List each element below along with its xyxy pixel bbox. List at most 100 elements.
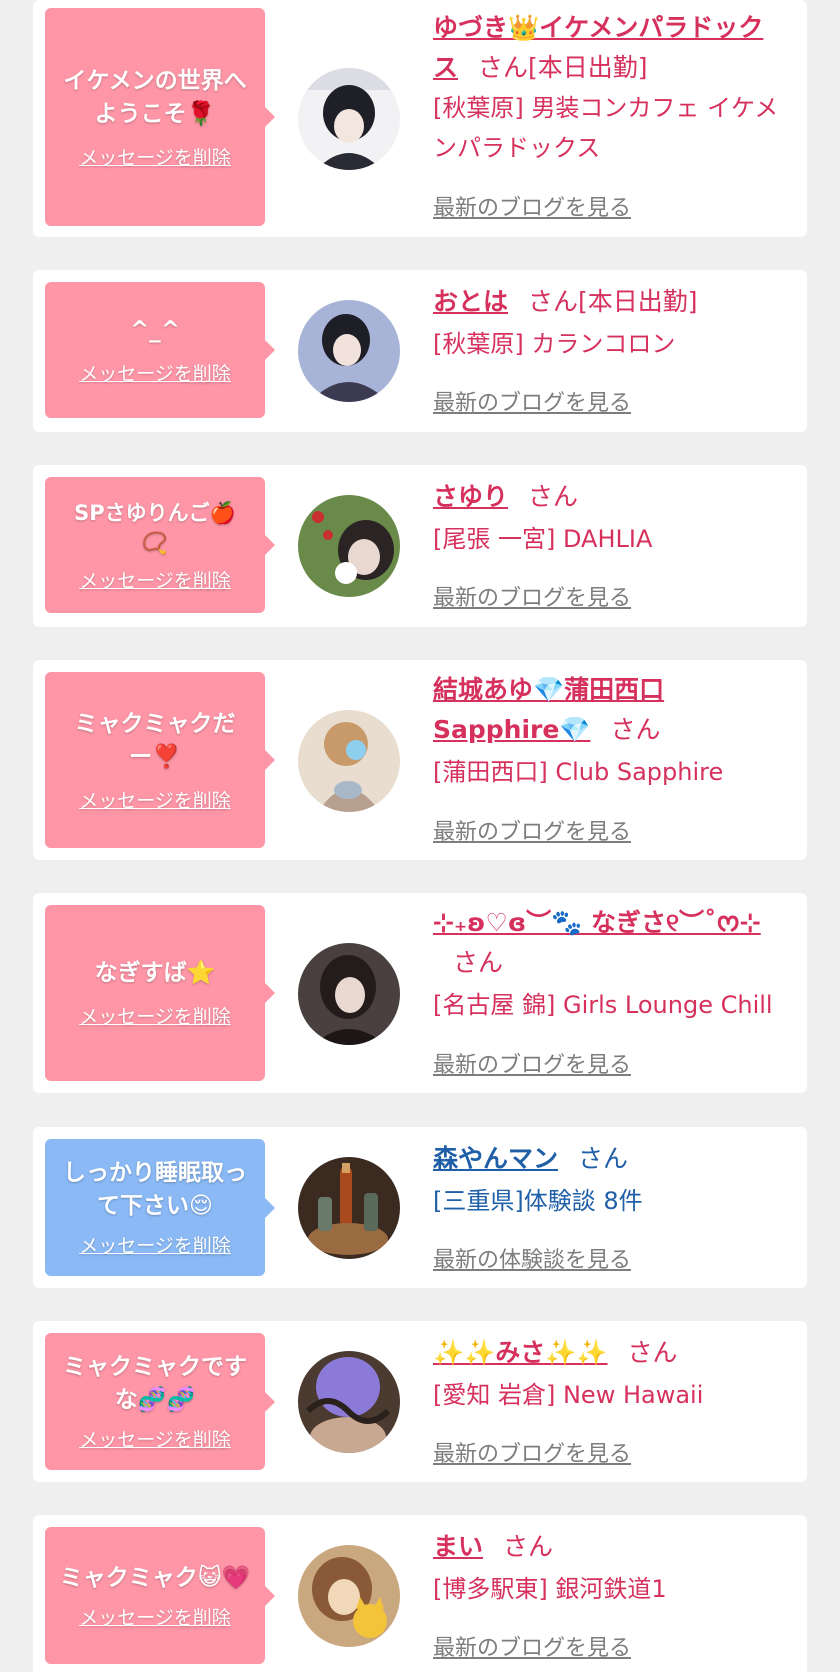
message-text: ミャクミャク😺💗	[60, 1562, 251, 1595]
delete-message-link[interactable]: メッセージを削除	[79, 359, 231, 386]
profile-info: まい さん [博多駅東] 銀河鉄道1	[433, 1527, 787, 1609]
avatar-image	[298, 300, 400, 402]
latest-blog-link[interactable]: 最新のブログを見る	[433, 814, 631, 846]
avatar[interactable]	[298, 300, 400, 402]
shop-info: [名古屋 錦] Girls Lounge Chill	[433, 991, 773, 1019]
message-bubble: しっかり睡眠取っ て下さい😌 メッセージを削除	[45, 1139, 275, 1276]
avatar[interactable]	[298, 1157, 400, 1259]
avatar-image	[298, 68, 400, 170]
delete-message-link[interactable]: メッセージを削除	[79, 1603, 231, 1630]
avatar[interactable]	[298, 1351, 400, 1453]
shop-info: [三重県]体験談 8件	[433, 1187, 643, 1215]
name-line: ゆづき👑イケメンパラドックス さん[本日出勤]	[433, 8, 787, 88]
delete-message-link[interactable]: メッセージを削除	[79, 1002, 231, 1029]
message-bubble: ミャクミャクだ ー❣️ メッセージを削除	[45, 672, 275, 848]
avatar-image	[298, 710, 400, 812]
latest-blog-link[interactable]: 最新のブログを見る	[433, 1436, 631, 1468]
profile-info: さゆり さん [尾張 一宮] DAHLIA	[433, 477, 787, 559]
name-line: ✨✨みさ✨✨ さん	[433, 1333, 787, 1373]
avatar-image	[298, 495, 400, 597]
avatar[interactable]	[298, 710, 400, 812]
profile-info: ✨✨みさ✨✨ さん [愛知 岩倉] New Hawaii	[433, 1333, 787, 1415]
honorific: さん	[453, 948, 504, 977]
message-text: SPさゆりんご🍎 📿	[74, 498, 236, 558]
name-line: 結城あゆ💎蒲田西口Sapphire💎 さん	[433, 670, 787, 750]
latest-experience-link[interactable]: 最新の体験談を見る	[433, 1242, 631, 1274]
message-text: ミャクミャクだ ー❣️	[75, 708, 236, 774]
profile-name-link[interactable]: さゆり	[433, 482, 508, 511]
message-text: イケメンの世界へ ようこそ🌹	[63, 65, 246, 131]
message-line: なぎすば⭐	[94, 960, 216, 986]
message-card: しっかり睡眠取っ て下さい😌 メッセージを削除 森やんマン さん [三重県]体験談…	[33, 1127, 807, 1288]
honorific: さん	[627, 1338, 678, 1367]
honorific: さん	[528, 482, 579, 511]
profile-info: 森やんマン さん [三重県]体験談 8件	[433, 1139, 787, 1221]
message-text: しっかり睡眠取っ て下さい😌	[63, 1157, 247, 1223]
delete-message-link[interactable]: メッセージを削除	[79, 786, 231, 813]
delete-message-link[interactable]: メッセージを削除	[79, 143, 231, 170]
avatar-image	[298, 1545, 400, 1647]
message-line: ミャクミャクです	[63, 1354, 247, 1380]
delete-message-link[interactable]: メッセージを削除	[79, 1231, 231, 1258]
avatar[interactable]	[298, 943, 400, 1045]
profile-info: おとは さん[本日出勤] [秋葉原] カランコロン	[433, 282, 787, 364]
name-line: おとは さん[本日出勤]	[433, 282, 787, 322]
avatar-image	[298, 1157, 400, 1259]
profile-info: ⊹₊ʚ♡ɞ︶🐾 なぎさ୧︶˚ᰔ⊹ さん [名古屋 錦] Girls Lounge …	[433, 903, 787, 1025]
profile-name-link[interactable]: ✨✨みさ✨✨	[433, 1338, 608, 1367]
message-line: 📿	[141, 530, 169, 555]
honorific: さん[本日出勤]	[478, 53, 648, 82]
latest-blog-link[interactable]: 最新のブログを見る	[433, 385, 631, 417]
message-line: SPさゆりんご🍎	[74, 500, 236, 525]
shop-info: [秋葉原] 男装コンカフェ イケメンパラドックス	[433, 94, 779, 162]
message-line: ようこそ🌹	[94, 100, 216, 127]
message-card: ^_^ メッセージを削除 おとは さん[本日出勤] [秋葉原] カランコロン 最新…	[33, 270, 807, 432]
shop-info: [尾張 一宮] DAHLIA	[433, 525, 653, 553]
avatar[interactable]	[298, 495, 400, 597]
message-bubble: ^_^ メッセージを削除	[45, 282, 275, 418]
shop-info: [秋葉原] カランコロン	[433, 330, 676, 358]
profile-name-link[interactable]: 森やんマン	[433, 1144, 558, 1173]
shop-info: [蒲田西口] Club Sapphire	[433, 758, 724, 786]
message-card: なぎすば⭐ メッセージを削除 ⊹₊ʚ♡ɞ︶🐾 なぎさ୧︶˚ᰔ⊹ さん [名古屋 錦…	[33, 893, 807, 1093]
message-card: SPさゆりんご🍎 📿 メッセージを削除 さゆり さん [尾張 一宮] DAHLIA…	[33, 465, 807, 627]
latest-blog-link[interactable]: 最新のブログを見る	[433, 1047, 631, 1079]
message-card: イケメンの世界へ ようこそ🌹 メッセージを削除 ゆづき👑イケメンパラドックス さん…	[33, 0, 807, 237]
latest-blog-link[interactable]: 最新のブログを見る	[433, 1630, 631, 1662]
message-list: イケメンの世界へ ようこそ🌹 メッセージを削除 ゆづき👑イケメンパラドックス さん…	[0, 0, 840, 1672]
latest-blog-link[interactable]: 最新のブログを見る	[433, 190, 631, 222]
message-bubble: ミャクミャク😺💗 メッセージを削除	[45, 1527, 275, 1664]
shop-info: [博多駅東] 銀河鉄道1	[433, 1575, 667, 1603]
name-line: さゆり さん	[433, 477, 787, 517]
message-text: ミャクミャクです な🧬🧬	[63, 1351, 247, 1417]
shop-info: [愛知 岩倉] New Hawaii	[433, 1381, 704, 1409]
message-card: ミャクミャクです な🧬🧬 メッセージを削除 ✨✨みさ✨✨ さん [愛知 岩倉] N…	[33, 1321, 807, 1482]
delete-message-link[interactable]: メッセージを削除	[79, 566, 231, 593]
profile-info: 結城あゆ💎蒲田西口Sapphire💎 さん [蒲田西口] Club Sapphir…	[433, 670, 787, 792]
avatar[interactable]	[298, 1545, 400, 1647]
latest-blog-link[interactable]: 最新のブログを見る	[433, 580, 631, 612]
avatar-image	[298, 1351, 400, 1453]
profile-name-link[interactable]: ⊹₊ʚ♡ɞ︶🐾 なぎさ୧︶˚ᰔ⊹	[433, 908, 761, 937]
avatar[interactable]	[298, 68, 400, 170]
message-bubble: なぎすば⭐ メッセージを削除	[45, 905, 275, 1081]
name-line: 森やんマン さん	[433, 1139, 787, 1179]
delete-message-link[interactable]: メッセージを削除	[79, 1425, 231, 1452]
honorific: さん	[578, 1144, 629, 1173]
message-text: なぎすば⭐	[95, 957, 216, 990]
message-line: ミャクミャクだ	[74, 710, 236, 737]
message-bubble: SPさゆりんご🍎 📿 メッセージを削除	[45, 477, 275, 613]
name-line: ⊹₊ʚ♡ɞ︶🐾 なぎさ୧︶˚ᰔ⊹ さん	[433, 903, 787, 983]
message-card: ミャクミャク😺💗 メッセージを削除 まい さん [博多駅東] 銀河鉄道1 最新のブ…	[33, 1515, 807, 1672]
message-bubble: ミャクミャクです な🧬🧬 メッセージを削除	[45, 1333, 275, 1470]
name-line: まい さん	[433, 1527, 787, 1567]
message-bubble: イケメンの世界へ ようこそ🌹 メッセージを削除	[45, 8, 275, 226]
message-line: て下さい😌	[97, 1193, 213, 1219]
profile-name-link[interactable]: おとは	[433, 287, 508, 316]
message-line: ^_^	[129, 317, 181, 343]
message-text: ^_^	[130, 314, 180, 347]
message-line: ー❣️	[129, 743, 181, 770]
profile-name-link[interactable]: まい	[433, 1532, 483, 1561]
honorific: さん	[503, 1532, 554, 1561]
profile-info: ゆづき👑イケメンパラドックス さん[本日出勤] [秋葉原] 男装コンカフェ イケメ…	[433, 8, 787, 168]
